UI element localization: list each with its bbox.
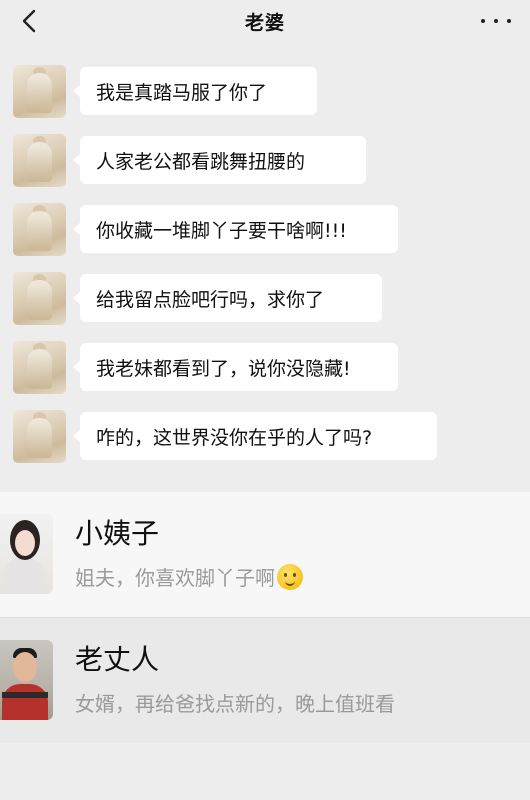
contact-avatar[interactable] bbox=[13, 203, 66, 256]
chat-header: 老婆 bbox=[0, 0, 530, 42]
contact-avatar[interactable] bbox=[13, 410, 66, 463]
contact-avatar[interactable] bbox=[0, 514, 53, 594]
contact-avatar[interactable] bbox=[13, 134, 66, 187]
message-row: 你收藏一堆脚丫子要干啥啊!!! bbox=[0, 199, 530, 259]
message-row: 我是真踏马服了你了 bbox=[0, 61, 530, 121]
notification-card[interactable]: 小姨子 姐夫，你喜欢脚丫子啊 bbox=[0, 492, 530, 617]
contact-avatar[interactable] bbox=[13, 341, 66, 394]
contact-avatar[interactable] bbox=[0, 640, 53, 720]
message-bubble[interactable]: 人家老公都看跳舞扭腰的 bbox=[73, 136, 366, 184]
message-bubble[interactable]: 你收藏一堆脚丫子要干啥啊!!! bbox=[73, 205, 398, 253]
message-bubble[interactable]: 给我留点脸吧行吗，求你了 bbox=[73, 274, 382, 322]
message-row: 人家老公都看跳舞扭腰的 bbox=[0, 130, 530, 190]
thinking-face-emoji-icon bbox=[277, 564, 303, 590]
more-button[interactable] bbox=[476, 8, 516, 34]
message-row: 我老妹都看到了，说你没隐藏! bbox=[0, 337, 530, 397]
message-bubble[interactable]: 我老妹都看到了，说你没隐藏! bbox=[73, 343, 398, 391]
chevron-left-icon bbox=[22, 9, 36, 33]
message-row: 给我留点脸吧行吗，求你了 bbox=[0, 268, 530, 328]
contact-avatar[interactable] bbox=[13, 272, 66, 325]
message-bubble[interactable]: 咋的，这世界没你在乎的人了吗? bbox=[73, 412, 437, 460]
notification-card[interactable]: 老丈人 女婿，再给爸找点新的，晚上值班看 bbox=[0, 618, 530, 743]
contact-avatar[interactable] bbox=[13, 65, 66, 118]
message-bubble[interactable]: 我是真踏马服了你了 bbox=[73, 67, 317, 115]
more-dots-icon bbox=[480, 19, 485, 23]
contact-name: 老丈人 bbox=[75, 643, 160, 676]
message-preview: 姐夫，你喜欢脚丫子啊 bbox=[75, 562, 303, 591]
contact-name: 小姨子 bbox=[75, 517, 160, 550]
message-preview: 女婿，再给爸找点新的，晚上值班看 bbox=[75, 692, 395, 716]
message-row: 咋的，这世界没你在乎的人了吗? bbox=[0, 406, 530, 466]
back-button[interactable] bbox=[14, 6, 44, 36]
chat-title: 老婆 bbox=[244, 11, 285, 34]
